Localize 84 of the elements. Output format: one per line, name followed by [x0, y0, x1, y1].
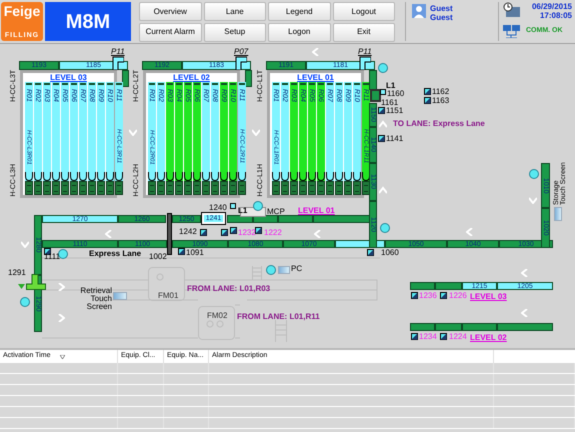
equipment-id-label: PC [291, 265, 302, 273]
equipment-id-label: 1141 [386, 135, 404, 143]
equipment-id-label: 1060 [381, 249, 399, 257]
nav-button[interactable]: Setup [204, 22, 266, 42]
sensor-square-icon [200, 229, 207, 236]
user-name: Guest [430, 4, 453, 13]
screen-icon[interactable] [554, 207, 562, 221]
machine-label: FM01 [158, 292, 178, 300]
pipe-elbow-icon [112, 55, 124, 70]
down-triangle-icon [18, 284, 25, 289]
tag-label: Express Lane [89, 250, 142, 258]
sensor-square-icon [367, 249, 374, 256]
clock-calendar-icon [503, 2, 520, 17]
equipment-id-label: 1291 [8, 269, 26, 277]
route-label: TO LANE: Express Lane [393, 120, 485, 128]
route-label: FROM LANE: L01,R03 [187, 285, 270, 293]
pipe-elbow-icon [235, 55, 247, 70]
mcp-station-icon [240, 207, 266, 217]
nav-button[interactable]: Current Alarm [139, 22, 202, 42]
sensor-square-icon [424, 97, 431, 104]
screen-icon[interactable] [113, 292, 127, 300]
equipment-id-label: 1161 [381, 99, 398, 107]
conveyor-segment [245, 70, 252, 87]
sensor-square-icon [230, 227, 237, 234]
sensor-square-icon [440, 292, 447, 299]
level-link[interactable]: LEVEL 02 [147, 73, 236, 82]
network-icon [503, 25, 520, 38]
app-title: M8M [45, 2, 131, 41]
sensor-square-icon [411, 292, 418, 299]
destination-label: 1224 [449, 333, 467, 341]
nav-button[interactable]: Legend [268, 2, 330, 21]
nav-button[interactable]: Logout [332, 2, 395, 21]
level-link[interactable]: LEVEL 03 [24, 73, 113, 82]
sensor-square-icon [378, 135, 385, 142]
sensor-square-icon [424, 88, 431, 95]
transfer-icon [26, 274, 46, 290]
sensor-square-icon [221, 229, 228, 236]
tag-label: L1 [238, 207, 248, 215]
nav-button[interactable]: Lane [204, 2, 266, 21]
equipment-id-label: 1151 [386, 107, 404, 115]
sensor-box-icon [230, 203, 236, 209]
tag-label: L1 [386, 82, 396, 90]
machine-outline-icon [148, 267, 185, 301]
equipment-id-label: 1111 [44, 253, 60, 261]
sensor-square-icon [411, 333, 418, 340]
destination-label: 1236 [419, 292, 437, 300]
date-text: 06/29/2015 [532, 2, 572, 11]
destination-label: 1234 [419, 333, 437, 341]
sensor-square-icon [378, 107, 385, 114]
equipment-id-label: MCP [267, 208, 285, 216]
equipment-id-label: 1240 [209, 204, 227, 212]
touch-screen-label[interactable]: Retrieval Touch Screen [64, 287, 112, 311]
nav-button[interactable]: Exit [332, 22, 395, 42]
pillar-label: P11 [111, 46, 125, 58]
sensor-square-icon [44, 248, 51, 255]
sort-icon[interactable] [60, 354, 66, 358]
machine-label: FM02 [207, 312, 228, 320]
stopper-post [167, 213, 172, 255]
pipe-elbow-icon [359, 55, 371, 70]
equipment-id-label: 1163 [432, 97, 450, 105]
equipment-id-label: 1242 [179, 228, 197, 236]
route-label: FROM LANE: L01,R11 [237, 313, 320, 321]
sensor-box-icon [380, 89, 386, 95]
destination-label: 1232 [238, 229, 256, 237]
nav-button[interactable]: Overview [139, 2, 202, 21]
sensor-square-icon [178, 248, 185, 255]
time-text: 17:08:05 [540, 11, 572, 20]
sensor-square-icon [440, 333, 447, 340]
pillar-label: P07 [234, 46, 248, 58]
user-role: Guest [430, 13, 453, 22]
pillar-label: P11 [358, 46, 372, 58]
equipment-id-label: 1002 [149, 253, 167, 261]
nav-button[interactable]: Logon [268, 22, 330, 42]
equipment-id-label: 1162 [432, 88, 450, 96]
conveyor-segment [122, 70, 129, 87]
equipment-id-label: 1091 [186, 249, 204, 257]
sensor-square-icon [255, 227, 262, 234]
destination-label: 1226 [449, 292, 467, 300]
destination-label: 1222 [264, 229, 282, 237]
equipment-id-label: 1160 [387, 90, 404, 98]
level-link[interactable]: LEVEL 01 [271, 73, 360, 82]
lift-icon [370, 89, 381, 102]
user-icon [412, 4, 426, 18]
screen-icon[interactable] [278, 266, 290, 274]
